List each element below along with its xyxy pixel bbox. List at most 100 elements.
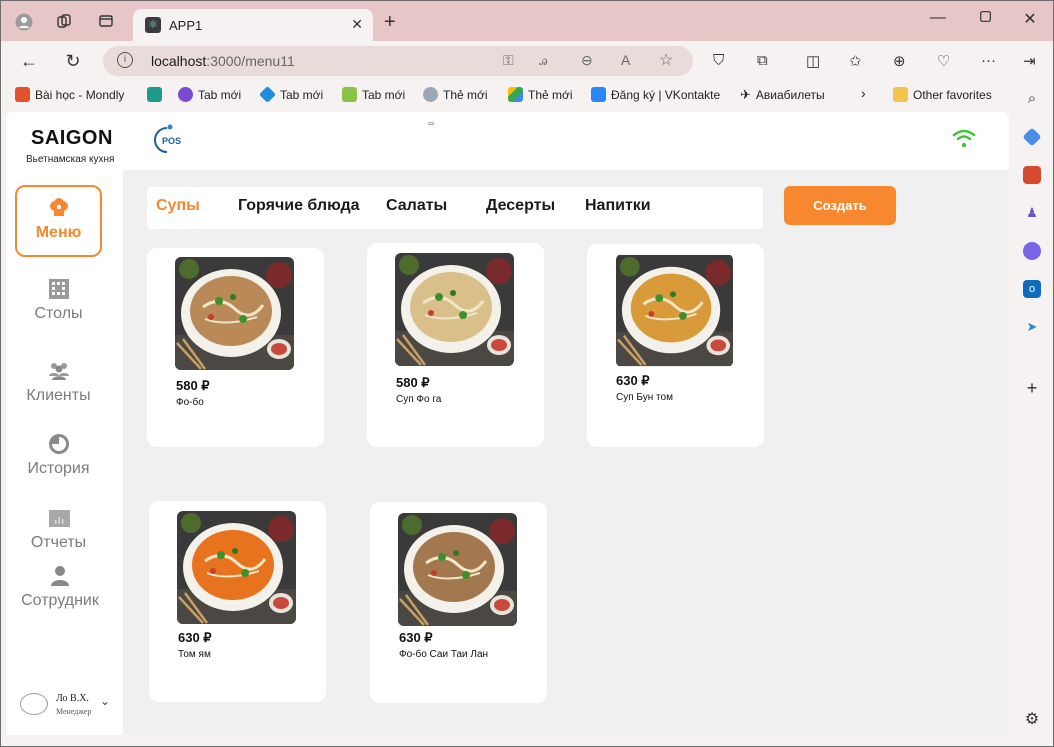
menu-item-card[interactable]: 580 ₽ Суп Фо га	[367, 243, 544, 447]
favorites-icon[interactable]: ✩	[849, 52, 862, 70]
fav-item[interactable]: Đăng ký | VKontakte	[591, 87, 720, 102]
app-viewport: SAIGON Вьетнамская кухня POS Меню Столы …	[6, 112, 1009, 735]
site-icon	[147, 87, 162, 102]
sidebar-item-tables[interactable]: Столы	[15, 278, 102, 323]
dish-price: 580 ₽	[176, 378, 210, 393]
current-user[interactable]: Ло В.Х. Менеджер ⌄	[20, 689, 120, 725]
user-name: Ло В.Х.	[56, 693, 89, 704]
fav-item[interactable]: ✈ Авиабилеты	[740, 87, 825, 103]
tab-title: APP1	[169, 18, 203, 33]
outlook-icon[interactable]: o	[1023, 280, 1041, 298]
close-tab-icon[interactable]: ✕	[351, 16, 363, 33]
fav-item[interactable]: Tab mới	[342, 87, 405, 102]
settings-gear-icon[interactable]: ⚙	[1023, 711, 1041, 729]
favorite-star-icon[interactable]: ☆	[659, 50, 673, 70]
site-info-icon[interactable]: i	[117, 52, 133, 68]
menu-item-card[interactable]: 580 ₽ Фо-бо	[147, 248, 324, 447]
favorites-overflow-icon[interactable]: ›	[861, 85, 866, 101]
sidebar-item-label: Столы	[34, 305, 83, 322]
dish-name: Том ям	[178, 649, 211, 660]
maximize-icon[interactable]	[962, 9, 1008, 27]
shopping-tag-icon[interactable]	[1022, 127, 1042, 147]
fav-item[interactable]	[147, 87, 162, 102]
key-icon[interactable]: ⚿	[503, 52, 514, 69]
fav-label: Other favorites	[913, 87, 992, 102]
table-grid-icon	[48, 279, 69, 299]
close-window-icon[interactable]: ✕	[1007, 9, 1053, 29]
site-icon	[259, 86, 276, 103]
fav-item[interactable]: Bài học - Mondly	[15, 87, 124, 102]
games-icon[interactable]: ♟	[1023, 204, 1041, 222]
tab-salads[interactable]: Салаты	[386, 197, 447, 215]
dish-price: 630 ₽	[399, 630, 433, 645]
tab-hot-dishes[interactable]: Горячие блюда	[238, 197, 360, 215]
tab-strip: ⚛ APP1 ✕ + — ✕	[1, 1, 1053, 41]
sidebar-item-reports[interactable]: Отчеты	[15, 507, 102, 552]
sidebar-item-clients[interactable]: Клиенты	[15, 360, 102, 405]
sidebar-item-label: Отчеты	[30, 534, 87, 551]
sidebar-item-staff[interactable]: Сотрудник	[10, 565, 110, 610]
tab-soups[interactable]: Супы	[156, 197, 200, 215]
split-screen-icon[interactable]: ◫	[806, 52, 820, 70]
dish-price: 630 ₽	[178, 630, 212, 645]
zoom-icon[interactable]: ⊖	[581, 52, 593, 69]
menu-item-card[interactable]: 630 ₽ Том ям	[149, 501, 326, 702]
tab-drinks[interactable]: Напитки	[585, 197, 651, 215]
read-aloud-icon[interactable]: A	[621, 52, 630, 68]
tab-actions-icon[interactable]	[97, 13, 115, 31]
minimize-icon[interactable]: —	[915, 9, 961, 27]
extensions-icon[interactable]: ⧉	[757, 52, 768, 69]
copilot-icon[interactable]	[1023, 242, 1041, 260]
fav-item[interactable]: Tab mới	[178, 87, 241, 102]
more-icon[interactable]: ···	[981, 52, 996, 69]
fav-label: Tab mới	[198, 87, 242, 102]
create-button[interactable]: Создать	[784, 186, 896, 225]
dish-image	[616, 254, 733, 367]
add-icon[interactable]: +	[1023, 379, 1041, 397]
dish-image	[177, 511, 296, 624]
chevron-down-icon[interactable]: ⌄	[100, 694, 110, 708]
send-icon[interactable]: ➤	[1023, 318, 1041, 336]
tab-desserts[interactable]: Десерты	[486, 197, 555, 215]
menu-item-card[interactable]: 630 ₽ Суп Бун том	[587, 244, 764, 447]
url-path: :3000/menu11	[206, 53, 295, 69]
sidebar-toggle-icon[interactable]: ⇥	[1023, 52, 1036, 70]
search-icon[interactable]: ⌕	[1023, 90, 1041, 108]
fav-label: Thẻ mới	[528, 87, 573, 102]
url-text[interactable]: localhost:3000/menu11	[151, 53, 295, 69]
fav-label: Bài học - Mondly	[35, 87, 125, 102]
dish-name: Суп Фо га	[396, 394, 442, 405]
fav-label: Đăng ký | VKontakte	[611, 87, 721, 102]
back-icon[interactable]: ←	[17, 51, 41, 72]
fav-item[interactable]: Thẻ mới	[423, 87, 488, 102]
sidebar-item-label: Сотрудник	[21, 592, 99, 609]
new-tab-icon[interactable]: +	[384, 11, 396, 34]
tab-app1[interactable]: ⚛ APP1 ✕	[133, 9, 373, 41]
address-toolbar: ← ↻ i localhost:3000/menu11 ⚿ ꭿ ⊖ A ☆ ⛉ …	[1, 41, 1053, 81]
folder-icon	[893, 87, 908, 102]
other-favorites[interactable]: Other favorites	[893, 87, 992, 102]
sidebar-item-history[interactable]: История	[15, 433, 102, 478]
profile-icon[interactable]	[15, 13, 33, 31]
dish-image	[175, 257, 294, 370]
fav-label: Thẻ mới	[443, 87, 488, 102]
shield-extension-icon[interactable]: ⛉	[713, 52, 724, 69]
refresh-icon[interactable]: ↻	[61, 51, 85, 72]
brand-subtitle: Вьетнамская кухня	[26, 154, 115, 165]
tools-icon[interactable]	[1023, 166, 1041, 184]
fav-item[interactable]: Tab mới	[259, 86, 323, 103]
browser-window: ⚛ APP1 ✕ + — ✕ ← ↻ i localhost:3000/menu…	[0, 0, 1054, 747]
react-favicon-icon: ⚛	[145, 17, 161, 33]
site-icon	[423, 87, 438, 102]
fav-item[interactable]: Thẻ mới	[508, 87, 573, 102]
translate-icon[interactable]: ꭿ	[539, 52, 547, 69]
drag-handle[interactable]	[428, 122, 434, 125]
address-bar[interactable]: i localhost:3000/menu11 ⚿ ꭿ ⊖ A ☆	[103, 46, 693, 76]
workspaces-icon[interactable]	[55, 13, 73, 31]
sidebar-item-menu[interactable]: Меню	[15, 185, 102, 257]
collections-icon[interactable]: ⊕	[893, 52, 906, 70]
sidebar-item-label: Клиенты	[26, 387, 91, 404]
menu-item-card[interactable]: 630 ₽ Фо-бо Саи Таи Лан	[370, 502, 547, 703]
health-icon[interactable]: ♡	[937, 52, 950, 70]
chef-hat-icon	[49, 198, 68, 216]
